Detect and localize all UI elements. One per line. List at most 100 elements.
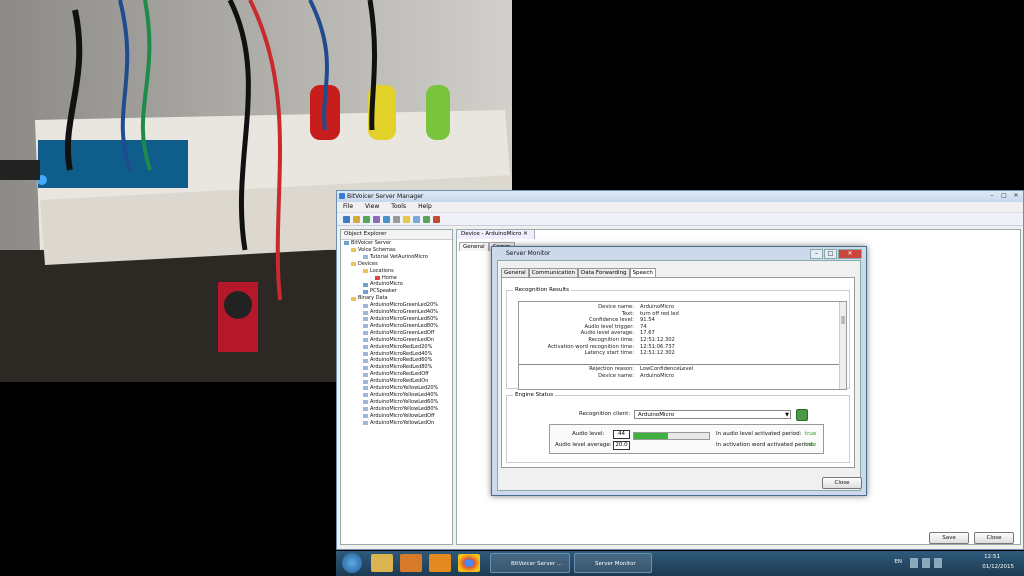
result-key: Device name:	[598, 372, 634, 379]
server-monitor-dialog: Server Monitor – □ ✕ General Communicati…	[491, 246, 867, 496]
star-icon[interactable]	[403, 215, 410, 223]
tree-node-binary-item[interactable]: ArduinoMicroGreenLed80%	[341, 323, 452, 330]
dialog-close-icon[interactable]: ✕	[838, 249, 862, 259]
result-row: Rejection reason: LowConfidenceLevel	[519, 366, 846, 373]
result-value: ArduinoMicro	[640, 372, 675, 379]
tree-node-binary-item[interactable]: ArduinoMicroYellowLed40%	[341, 392, 452, 399]
scrollbar-thumb[interactable]	[841, 316, 845, 324]
tree-node-binary-item[interactable]: ArduinoMicroYellowLed20%	[341, 385, 452, 392]
tree-node-binary-item[interactable]: ArduinoMicroRedLedOff	[341, 371, 452, 378]
tree-node-binary-item[interactable]: ArduinoMicroYellowLedOff	[341, 413, 452, 420]
tree-node-devices[interactable]: Devices	[341, 261, 452, 268]
menu-tools[interactable]: Tools	[391, 202, 406, 212]
tree-node-device-pcspeaker[interactable]: PCSpeaker	[341, 288, 452, 295]
tree-node-binary-item[interactable]: ArduinoMicroYellowLed80%	[341, 406, 452, 413]
tree-node-binary-item[interactable]: ArduinoMicroRedLed20%	[341, 344, 452, 351]
start-button[interactable]	[342, 553, 362, 573]
tree-node-binary-item[interactable]: ArduinoMicroRedLed40%	[341, 351, 452, 358]
result-value: 12:51:12.302	[640, 336, 675, 343]
dialog-close-button[interactable]: Close	[822, 477, 862, 489]
result-value: LowConfidenceLevel	[640, 366, 694, 372]
clock-time[interactable]: 12:51	[984, 554, 1000, 560]
tab-communication[interactable]: Communication	[528, 268, 579, 277]
binary-file-icon	[363, 345, 368, 350]
tab-general[interactable]: General	[501, 268, 529, 277]
binary-file-icon	[363, 414, 368, 419]
tree-node-binary-item[interactable]: ArduinoMicroGreenLed40%	[341, 309, 452, 316]
taskbar-bitvoicer[interactable]: BitVoicer Server ...	[490, 553, 570, 573]
folder-icon	[351, 248, 356, 253]
result-row: Confidence level: 91.54	[519, 317, 846, 324]
app-icon	[339, 193, 345, 199]
dialog-minimize-icon[interactable]: –	[810, 249, 823, 259]
tree-node-binary-item[interactable]: ArduinoMicroGreenLedOff	[341, 330, 452, 337]
audio-average-label: Audio level average:	[555, 442, 612, 448]
media-player-icon[interactable]	[400, 554, 422, 572]
results-scrollbar[interactable]	[839, 302, 846, 389]
result-key: Device name:	[598, 304, 634, 310]
explorer-icon[interactable]	[371, 554, 393, 572]
tray-icons[interactable]	[910, 558, 950, 568]
close-icon[interactable]: ✕	[1011, 192, 1021, 200]
result-key: Confidence level:	[589, 317, 634, 324]
binary-file-icon	[363, 372, 368, 377]
activation-word-label: In activation word activated period:	[716, 442, 814, 448]
object-explorer-title: Object Explorer	[341, 230, 452, 240]
tree-node-binary-item[interactable]: ArduinoMicroRedLedOn	[341, 378, 452, 385]
connect-icon[interactable]	[373, 215, 380, 223]
audio-level-bar	[633, 432, 710, 440]
audio-level-panel: Audio level: 44 In audio level activated…	[549, 424, 824, 454]
refresh-icon[interactable]	[796, 409, 808, 421]
open-icon[interactable]	[343, 215, 350, 223]
result-row: Latency start time: 12:51:12.302	[519, 350, 846, 357]
tab-close-icon[interactable]: ✕	[523, 231, 528, 237]
maximize-icon[interactable]: □	[999, 192, 1009, 200]
tree-node-binary-item[interactable]: ArduinoMicroGreenLedOn	[341, 337, 452, 344]
audio-activated-label: In audio level activated period:	[716, 431, 802, 437]
tab-device-arduino[interactable]: Device - ArduinoMicro ✕	[457, 230, 535, 239]
result-value: ArduinoMicro	[640, 304, 675, 310]
tree-node-binary-data[interactable]: Binary Data	[341, 295, 452, 302]
new-icon[interactable]	[363, 215, 370, 223]
tree-node-voice-schemas[interactable]: Voice Schemas	[341, 247, 452, 254]
subtab-general[interactable]: General	[459, 242, 489, 251]
tree-node-binary-item[interactable]: ArduinoMicroYellowLed60%	[341, 399, 452, 406]
menu-bar: File View Tools Help	[337, 202, 1023, 213]
audio-average-value: 20.0	[613, 441, 630, 450]
play-icon[interactable]	[423, 215, 430, 223]
settings-icon[interactable]	[413, 215, 420, 223]
tree-node-locations[interactable]: Locations	[341, 268, 452, 275]
dialog-maximize-icon[interactable]: □	[824, 249, 837, 259]
close-button[interactable]: Close	[974, 532, 1014, 544]
tree-node-binary-item[interactable]: ArduinoMicroRedLed60%	[341, 357, 452, 364]
folder-icon[interactable]	[353, 215, 360, 223]
result-key: Recognition time:	[588, 336, 634, 343]
clock-date[interactable]: 01/12/2015	[982, 564, 1014, 570]
minimize-icon[interactable]: –	[987, 192, 997, 200]
binary-data-list: ArduinoMicroGreenLed20% ArduinoMicroGreen…	[341, 302, 452, 426]
result-row: Device name: ArduinoMicro	[519, 373, 846, 380]
stop-icon[interactable]	[433, 215, 440, 223]
tree-node-tutorial-schema[interactable]: Tutorial VetAurinoMicro	[341, 254, 452, 261]
tree-node-home[interactable]: Home	[341, 275, 452, 282]
tab-data-forwarding[interactable]: Data Forwarding	[578, 268, 630, 277]
result-row: Activation word recognition time: 12:51:0…	[519, 344, 846, 351]
tree-node-binary-item[interactable]: ArduinoMicroYellowLedOn	[341, 420, 452, 427]
tree-node-binary-item[interactable]: ArduinoMicroGreenLed60%	[341, 316, 452, 323]
language-indicator[interactable]: EN	[894, 559, 902, 565]
outlook-icon[interactable]	[429, 554, 451, 572]
tree-node-binary-item[interactable]: ArduinoMicroRedLed80%	[341, 364, 452, 371]
save-button[interactable]: Save	[929, 532, 969, 544]
tree-node-device-arduino[interactable]: ArduinoMicro	[341, 281, 452, 288]
recognition-client-select[interactable]: ArduinoMicro ▼	[634, 410, 791, 419]
result-key: Audio level average:	[580, 330, 634, 337]
menu-file[interactable]: File	[343, 202, 353, 212]
tree-node-root[interactable]: BitVoicer Server	[341, 240, 452, 247]
taskbar-server-monitor[interactable]: Server Monitor	[574, 553, 652, 573]
menu-help[interactable]: Help	[418, 202, 432, 212]
save-icon[interactable]	[383, 215, 390, 223]
chrome-icon[interactable]	[458, 554, 480, 572]
folder-icon	[351, 262, 356, 267]
tree-node-binary-item[interactable]: ArduinoMicroGreenLed20%	[341, 302, 452, 309]
menu-view[interactable]: View	[365, 202, 379, 212]
